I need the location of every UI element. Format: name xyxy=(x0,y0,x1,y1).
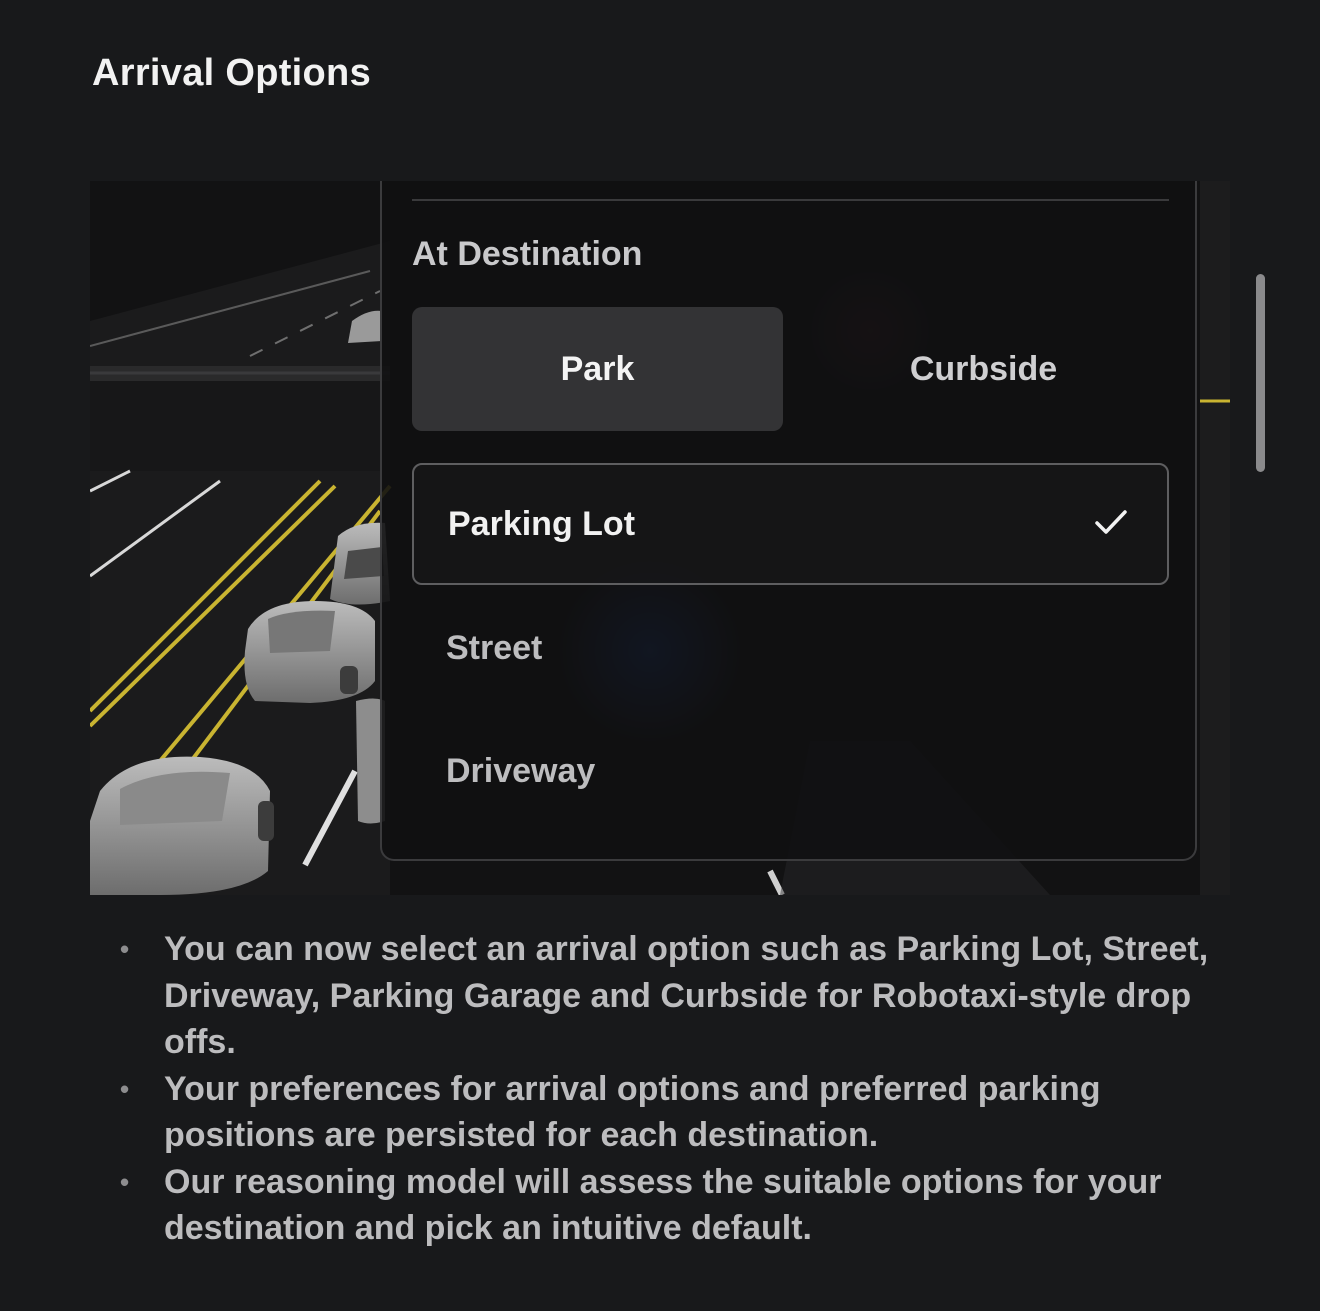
scrollbar[interactable] xyxy=(1256,274,1265,472)
list-item: • You can now select an arrival option su… xyxy=(118,926,1238,1066)
note-text: Our reasoning model will assess the suit… xyxy=(164,1162,1162,1248)
release-notes-list: • You can now select an arrival option su… xyxy=(118,926,1238,1252)
checkmark-icon xyxy=(1095,510,1127,534)
option-street[interactable]: Street xyxy=(412,587,1169,709)
curbside-segment-button[interactable]: Curbside xyxy=(798,307,1169,431)
option-driveway[interactable]: Driveway xyxy=(412,710,1169,832)
arrival-options-screenshot: At Destination Park Curbside Parking Lot… xyxy=(90,181,1230,895)
park-segment-button[interactable]: Park xyxy=(412,307,783,431)
note-text: Your preferences for arrival options and… xyxy=(164,1069,1101,1155)
list-item: • Your preferences for arrival options an… xyxy=(118,1066,1238,1159)
option-label: Parking Lot xyxy=(448,504,636,543)
arrival-mode-segmented-control: Park Curbside xyxy=(412,307,1169,431)
list-item: • Our reasoning model will assess the sui… xyxy=(118,1159,1238,1252)
bullet-icon: • xyxy=(120,1166,130,1197)
car-2 xyxy=(244,601,375,703)
option-label: Driveway xyxy=(446,751,596,790)
option-label: Street xyxy=(446,628,543,667)
page-title: Arrival Options xyxy=(92,52,371,94)
option-parking-lot[interactable]: Parking Lot xyxy=(412,463,1169,585)
divider xyxy=(412,199,1169,201)
bullet-icon: • xyxy=(120,934,130,964)
arrival-options-panel: At Destination Park Curbside Parking Lot… xyxy=(380,181,1197,861)
bullet-icon: • xyxy=(120,1073,130,1104)
at-destination-heading: At Destination xyxy=(412,235,643,273)
note-text: You can now select an arrival option suc… xyxy=(164,930,1209,1061)
car-3 xyxy=(90,756,274,895)
